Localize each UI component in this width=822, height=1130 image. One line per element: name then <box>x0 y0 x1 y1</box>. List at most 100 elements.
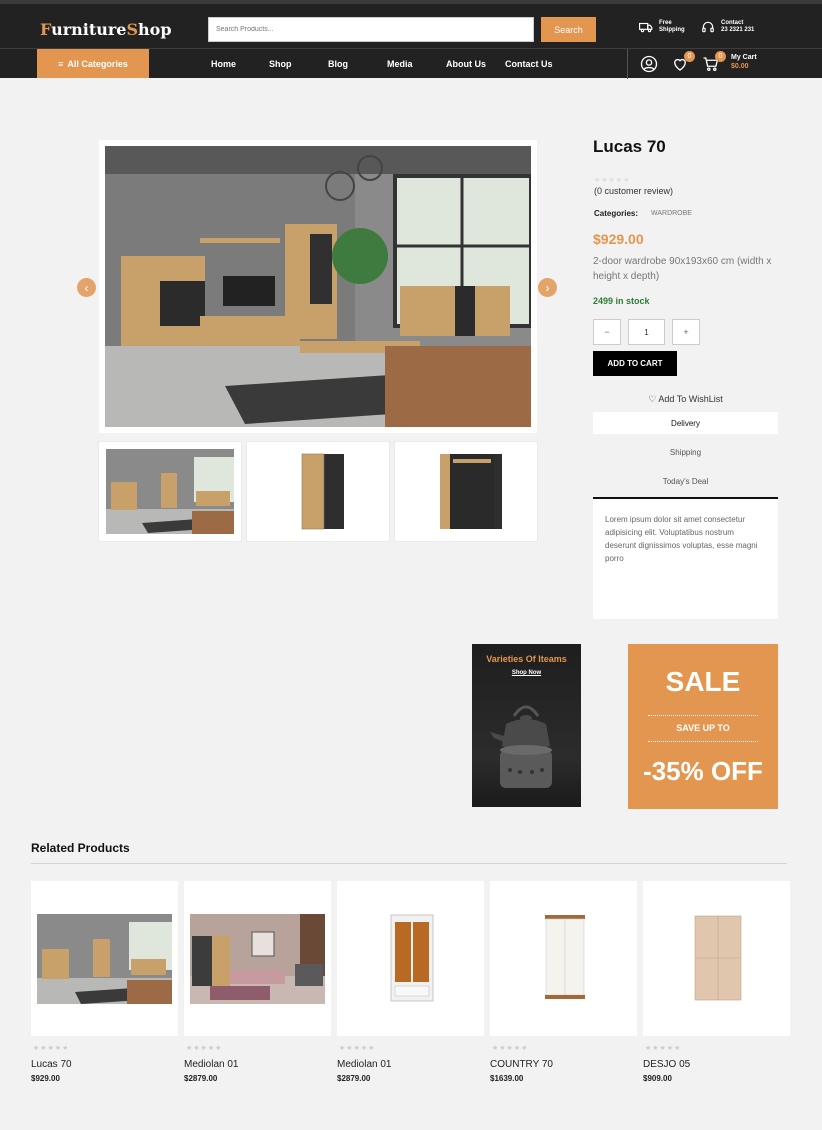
related-name-4[interactable]: COUNTRY 70 <box>490 1059 553 1070</box>
cart-count-badge: 0 <box>715 51 726 62</box>
qty-decrease-button[interactable]: − <box>593 319 621 345</box>
site-logo[interactable]: FurnitureShop <box>40 20 172 39</box>
related-card-5[interactable] <box>643 881 790 1036</box>
related-card-4[interactable] <box>490 881 637 1036</box>
all-categories-label: All Categories <box>67 58 128 69</box>
free-shipping-info: Free Shipping <box>639 20 685 34</box>
related-divider <box>31 863 787 864</box>
related-image-2[interactable] <box>190 914 325 1004</box>
related-image-1[interactable] <box>37 914 172 1004</box>
my-cart-link[interactable]: My Cart $0.00 <box>731 53 757 71</box>
nav-links: Home Shop Blog Media About Us Contact Us <box>211 49 553 79</box>
product-description: 2-door wardrobe 90x193x60 cm (width x he… <box>593 256 772 282</box>
related-card-3[interactable] <box>337 881 484 1036</box>
related-price-5: $909.00 <box>643 1074 672 1083</box>
related-price-4: $1639.00 <box>490 1074 524 1083</box>
review-count[interactable]: (0 customer review) <box>594 186 673 196</box>
varieties-banner[interactable]: Varieties Of Iteams Shop Now <box>472 644 581 807</box>
thumbnail-2[interactable] <box>246 441 390 542</box>
nav-link-contact[interactable]: Contact Us <box>505 59 553 69</box>
main-nav: ≡ All Categories Home Shop Blog Media Ab… <box>0 48 822 79</box>
related-card-2[interactable] <box>184 881 331 1036</box>
related-stars-5: ★★★★★ <box>645 1045 682 1052</box>
stock-status: 2499 in stock <box>593 296 650 306</box>
menu-icon: ≡ <box>58 58 64 69</box>
logo-letter-f: F <box>40 20 52 39</box>
wishlist-label: Add To WishList <box>658 394 723 404</box>
category-link[interactable]: WARDROBE <box>651 210 692 217</box>
tab-shipping[interactable]: Shipping <box>593 441 778 463</box>
cart-icon[interactable]: 0 <box>702 51 726 73</box>
main-product-image[interactable] <box>105 146 531 427</box>
chevron-left-icon: ‹ <box>84 280 89 295</box>
wishlist-count-badge: 0 <box>684 51 695 62</box>
top-header: FurnitureShop Search FreeShipping Contac… <box>0 0 822 48</box>
contact-phone: 23 2321 231 <box>721 27 755 33</box>
related-stars-2: ★★★★★ <box>186 1045 223 1052</box>
product-title: Lucas 70 <box>593 137 666 156</box>
nav-link-home[interactable]: Home <box>211 59 269 69</box>
tab-content-text: Lorem ipsum dolor sit amet consectetur a… <box>605 515 758 563</box>
nav-link-about[interactable]: About Us <box>446 59 505 69</box>
account-icon[interactable] <box>640 55 658 73</box>
logo-text-2: hop <box>138 20 172 39</box>
search-button[interactable]: Search <box>541 17 596 42</box>
related-price-1: $929.00 <box>31 1074 60 1083</box>
related-price-2: $2879.00 <box>184 1074 218 1083</box>
related-name-5[interactable]: DESJO 05 <box>643 1059 690 1070</box>
varieties-title: Varieties Of Iteams <box>486 654 567 664</box>
save-up-to-text: SAVE UP TO <box>676 723 730 733</box>
tab-content-panel: Lorem ipsum dolor sit amet consectetur a… <box>593 497 778 619</box>
all-categories-button[interactable]: ≡ All Categories <box>37 49 149 78</box>
nav-divider <box>627 49 628 79</box>
nav-link-shop[interactable]: Shop <box>269 59 328 69</box>
thumbnail-1[interactable] <box>98 441 242 542</box>
categories-label: Categories: <box>594 209 639 218</box>
related-name-3[interactable]: Mediolan 01 <box>337 1059 391 1070</box>
chevron-right-icon: › <box>545 280 550 295</box>
tab-todays-deal[interactable]: Today's Deal <box>593 470 778 492</box>
related-stars-1: ★★★★★ <box>33 1045 70 1052</box>
search-input[interactable] <box>208 17 534 42</box>
tab-delivery[interactable]: Delivery <box>593 412 778 434</box>
related-image-5[interactable] <box>693 914 743 1002</box>
kettle-image <box>490 705 552 788</box>
sale-divider-bottom <box>648 741 758 742</box>
discount-text: -35% OFF <box>643 756 763 786</box>
related-card-1[interactable] <box>31 881 178 1036</box>
rating-stars: ★★★★★ <box>594 177 631 184</box>
cart-amount: $0.00 <box>731 63 749 70</box>
wishlist-heart-icon[interactable]: 0 <box>671 51 695 73</box>
nav-link-media[interactable]: Media <box>387 59 446 69</box>
related-products-heading: Related Products <box>31 841 130 855</box>
qty-increase-button[interactable]: + <box>672 319 700 345</box>
shipping-label: Shipping <box>659 27 685 33</box>
prev-image-arrow[interactable]: ‹ <box>77 278 96 297</box>
quantity-input[interactable]: 1 <box>628 319 665 345</box>
heart-icon: ♡ <box>648 394 657 404</box>
thumbnail-3[interactable] <box>394 441 538 542</box>
related-price-3: $2879.00 <box>337 1074 371 1083</box>
next-image-arrow[interactable]: › <box>538 278 557 297</box>
headset-icon <box>702 21 714 33</box>
related-name-2[interactable]: Mediolan 01 <box>184 1059 238 1070</box>
related-name-1[interactable]: Lucas 70 <box>31 1059 72 1070</box>
related-image-4[interactable] <box>542 914 588 1002</box>
truck-icon <box>639 22 653 33</box>
contact-info: Contact 23 2321 231 <box>701 20 754 34</box>
logo-text-1: urniture <box>51 20 127 39</box>
add-to-wishlist-link[interactable]: ♡ Add To WishList <box>593 394 778 405</box>
related-stars-4: ★★★★★ <box>492 1045 529 1052</box>
logo-letter-s: S <box>126 20 139 39</box>
nav-link-blog[interactable]: Blog <box>328 59 387 69</box>
sale-heading: SALE <box>665 666 741 697</box>
sale-divider-top <box>648 715 758 716</box>
related-image-3[interactable] <box>389 914 435 1002</box>
add-to-cart-button[interactable]: ADD TO CART <box>593 351 677 376</box>
free-label: Free <box>659 20 672 26</box>
sale-banner[interactable]: SALE SAVE UP TO -35% OFF <box>628 644 778 809</box>
related-stars-3: ★★★★★ <box>339 1045 376 1052</box>
main-product-image-frame <box>99 140 537 433</box>
shop-now-link[interactable]: Shop Now <box>472 670 581 676</box>
contact-label: Contact <box>721 20 744 26</box>
